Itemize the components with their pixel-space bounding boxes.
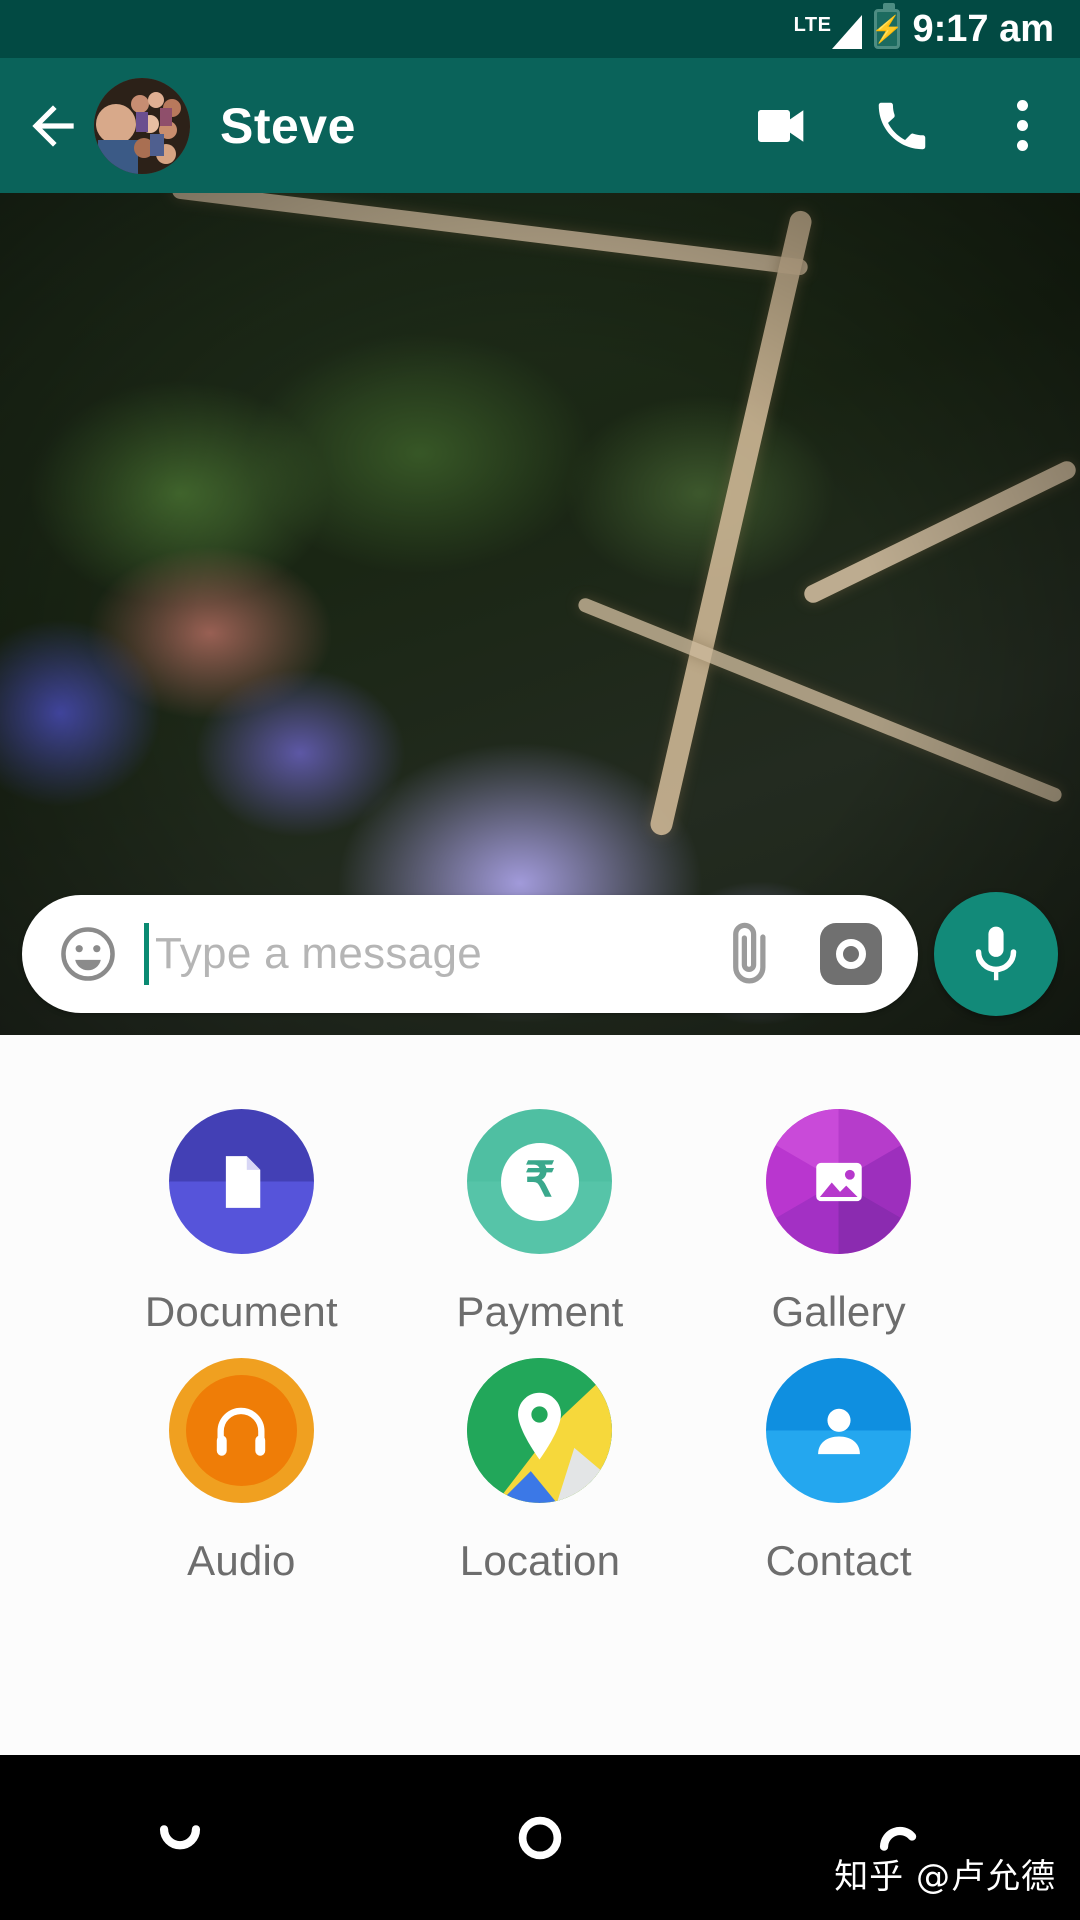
- whatsapp-chat-screen: LTE ⚡ 9:17 am Steve Type a message Docum…: [0, 0, 1080, 1920]
- app-bar-actions: [750, 94, 1054, 158]
- video-camera-icon[interactable]: [750, 94, 814, 158]
- attachment-label: Location: [459, 1537, 621, 1584]
- attachment-item-payment[interactable]: ₹ Payment: [391, 1109, 690, 1336]
- signal-triangle-icon: [832, 15, 863, 49]
- avatar[interactable]: [94, 77, 190, 174]
- attachment-item-contact[interactable]: Contact: [689, 1358, 988, 1585]
- attachment-item-audio[interactable]: Audio: [92, 1358, 391, 1585]
- rupee-symbol: ₹: [524, 1153, 556, 1207]
- status-bar-clock: 9:17 am: [912, 7, 1054, 50]
- battery-charging-icon: ⚡: [871, 3, 904, 49]
- message-input-pill[interactable]: Type a message: [22, 895, 918, 1013]
- search-input[interactable]: Type a message: [155, 929, 712, 979]
- chat-message-area: Type a message: [0, 193, 1080, 1035]
- chat-app-bar: Steve: [0, 58, 1080, 193]
- attachment-label: Contact: [765, 1537, 912, 1584]
- attachment-sheet: Document ₹ Payment Gallery Audio Locatio…: [0, 1035, 1080, 1755]
- paperclip-icon[interactable]: [712, 917, 786, 991]
- lightning-bolt-glyph: ⚡: [871, 14, 904, 44]
- attachment-grid: Document ₹ Payment Gallery Audio Locatio…: [0, 1035, 1080, 1585]
- nav-back-icon[interactable]: [120, 1778, 240, 1898]
- attachment-label: Payment: [456, 1288, 624, 1335]
- person-icon: [766, 1358, 912, 1503]
- camera-lens-ring: [836, 939, 866, 969]
- page-title[interactable]: Steve: [220, 97, 356, 155]
- phone-icon[interactable]: [870, 94, 934, 158]
- android-navigation-bar: 知乎 @卢允德: [0, 1755, 1080, 1920]
- watermark-label: 知乎 @卢允德: [834, 1857, 1056, 1897]
- attachment-item-location[interactable]: Location: [391, 1358, 690, 1585]
- status-bar: LTE ⚡ 9:17 am: [0, 0, 1080, 58]
- overflow-menu-icon[interactable]: [990, 94, 1054, 158]
- three-dots-glyph: [1016, 100, 1028, 151]
- attachment-label: Gallery: [771, 1288, 906, 1335]
- attachment-item-document[interactable]: Document: [92, 1109, 391, 1336]
- nav-home-icon[interactable]: [480, 1778, 600, 1898]
- signal-bars-icon: LTE: [794, 9, 863, 49]
- text-cursor: [144, 923, 149, 985]
- message-composer: Type a message: [0, 889, 1080, 1019]
- headphones-icon: [168, 1358, 314, 1503]
- payment-disc: ₹: [500, 1142, 579, 1221]
- attachment-label: Audio: [187, 1537, 296, 1584]
- camera-icon[interactable]: [820, 923, 882, 985]
- attachment-label: Document: [144, 1288, 338, 1335]
- map-pin-icon: [467, 1358, 613, 1503]
- back-arrow-icon[interactable]: [22, 95, 84, 157]
- emoji-smiley-icon[interactable]: [56, 922, 120, 986]
- document-icon: [168, 1109, 314, 1254]
- image-icon: [766, 1109, 912, 1254]
- microphone-icon[interactable]: [934, 892, 1058, 1016]
- network-type-label: LTE: [793, 14, 832, 36]
- attachment-item-gallery[interactable]: Gallery: [689, 1109, 988, 1336]
- rupee-icon: ₹: [467, 1109, 613, 1254]
